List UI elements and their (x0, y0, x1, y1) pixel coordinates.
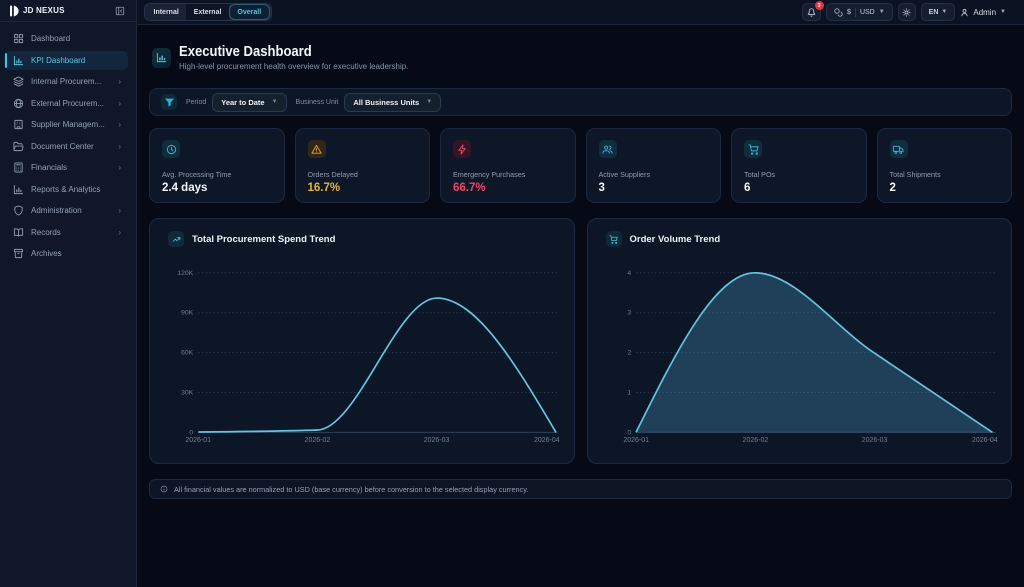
svg-text:60K: 60K (181, 350, 194, 357)
svg-text:1: 1 (627, 390, 631, 397)
svg-text:0: 0 (627, 429, 631, 436)
svg-text:2026-02: 2026-02 (305, 437, 331, 444)
svg-text:90K: 90K (181, 310, 194, 317)
svg-text:2026-01: 2026-01 (185, 437, 211, 444)
svg-text:120K: 120K (177, 270, 193, 277)
svg-text:2026-02: 2026-02 (742, 437, 768, 444)
svg-text:2: 2 (627, 350, 631, 357)
svg-text:4: 4 (627, 270, 631, 277)
svg-text:0: 0 (189, 429, 193, 436)
svg-text:2026-01: 2026-01 (623, 437, 649, 444)
svg-text:30K: 30K (181, 390, 194, 397)
svg-text:2026-04: 2026-04 (534, 437, 560, 444)
svg-text:2026-03: 2026-03 (424, 437, 450, 444)
svg-text:3: 3 (627, 310, 631, 317)
svg-text:2026-03: 2026-03 (861, 437, 887, 444)
svg-text:2026-04: 2026-04 (971, 437, 997, 444)
